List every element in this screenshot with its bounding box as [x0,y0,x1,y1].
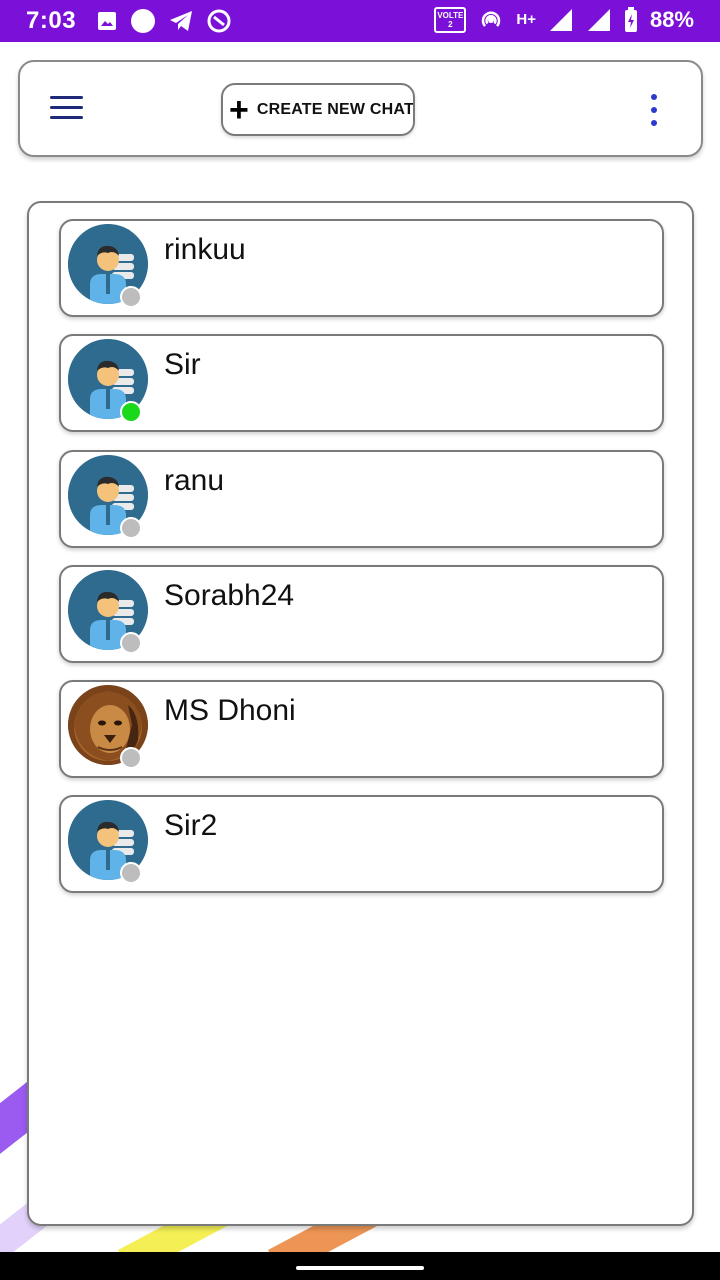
chat-name: MS Dhoni [164,694,296,727]
status-bar: 7:03 VOLTE 2 H+ 88% [0,0,720,42]
telegram-icon [170,11,192,31]
presence-indicator [120,401,142,423]
chat-item[interactable]: ranu [59,450,664,548]
chat-item[interactable]: Sir [59,334,664,432]
chat-name: Sorabh24 [164,579,295,612]
signal-icon [549,9,572,31]
presence-indicator [120,862,142,884]
chat-item[interactable]: Sir2 [59,795,664,893]
chat-item[interactable]: Sorabh24 [59,565,664,663]
chat-item[interactable]: MS Dhoni [59,680,664,778]
create-new-chat-label: CREATE NEW CHAT [256,100,414,118]
chat-name: rinkuu [164,233,246,266]
circle-icon [131,9,155,33]
chat-name: Sir2 [164,809,218,842]
signal-2-icon [587,9,610,31]
volte-label: VOLTE [437,11,464,20]
sync-icon [207,9,231,33]
hotspot-icon [482,11,501,27]
notification-icons [96,8,232,34]
create-new-chat-button[interactable]: + CREATE NEW CHAT [221,83,415,136]
volte-icon: VOLTE 2 [434,7,467,33]
presence-indicator [120,286,142,308]
system-status-icons: VOLTE 2 H+ 88% [434,7,694,33]
system-nav-bar [0,1252,720,1280]
chat-list-screen: 7:03 VOLTE 2 H+ 88% + CREATE NEW CHAT ri… [0,0,720,1280]
battery-percent: 88% [649,7,694,32]
gallery-icon [98,12,116,30]
chat-name: ranu [164,464,225,497]
presence-indicator [120,517,142,539]
plus-icon: + [229,90,249,129]
presence-indicator [120,747,142,769]
more-options-icon[interactable] [649,94,659,126]
volte-sim: 2 [448,20,453,29]
chat-name: Sir [164,348,201,381]
battery-icon [624,7,637,32]
app-toolbar: + CREATE NEW CHAT [18,60,703,157]
presence-indicator [120,632,142,654]
chat-item[interactable]: rinkuu [59,219,664,317]
home-gesture-handle[interactable] [296,1266,424,1270]
chat-list: rinkuu Sir ranu Sorabh24 MS Dhoni Sir2 [27,201,694,1226]
network-type: H+ [516,11,536,28]
hamburger-menu-icon[interactable] [50,96,84,122]
status-time: 7:03 [26,7,77,34]
